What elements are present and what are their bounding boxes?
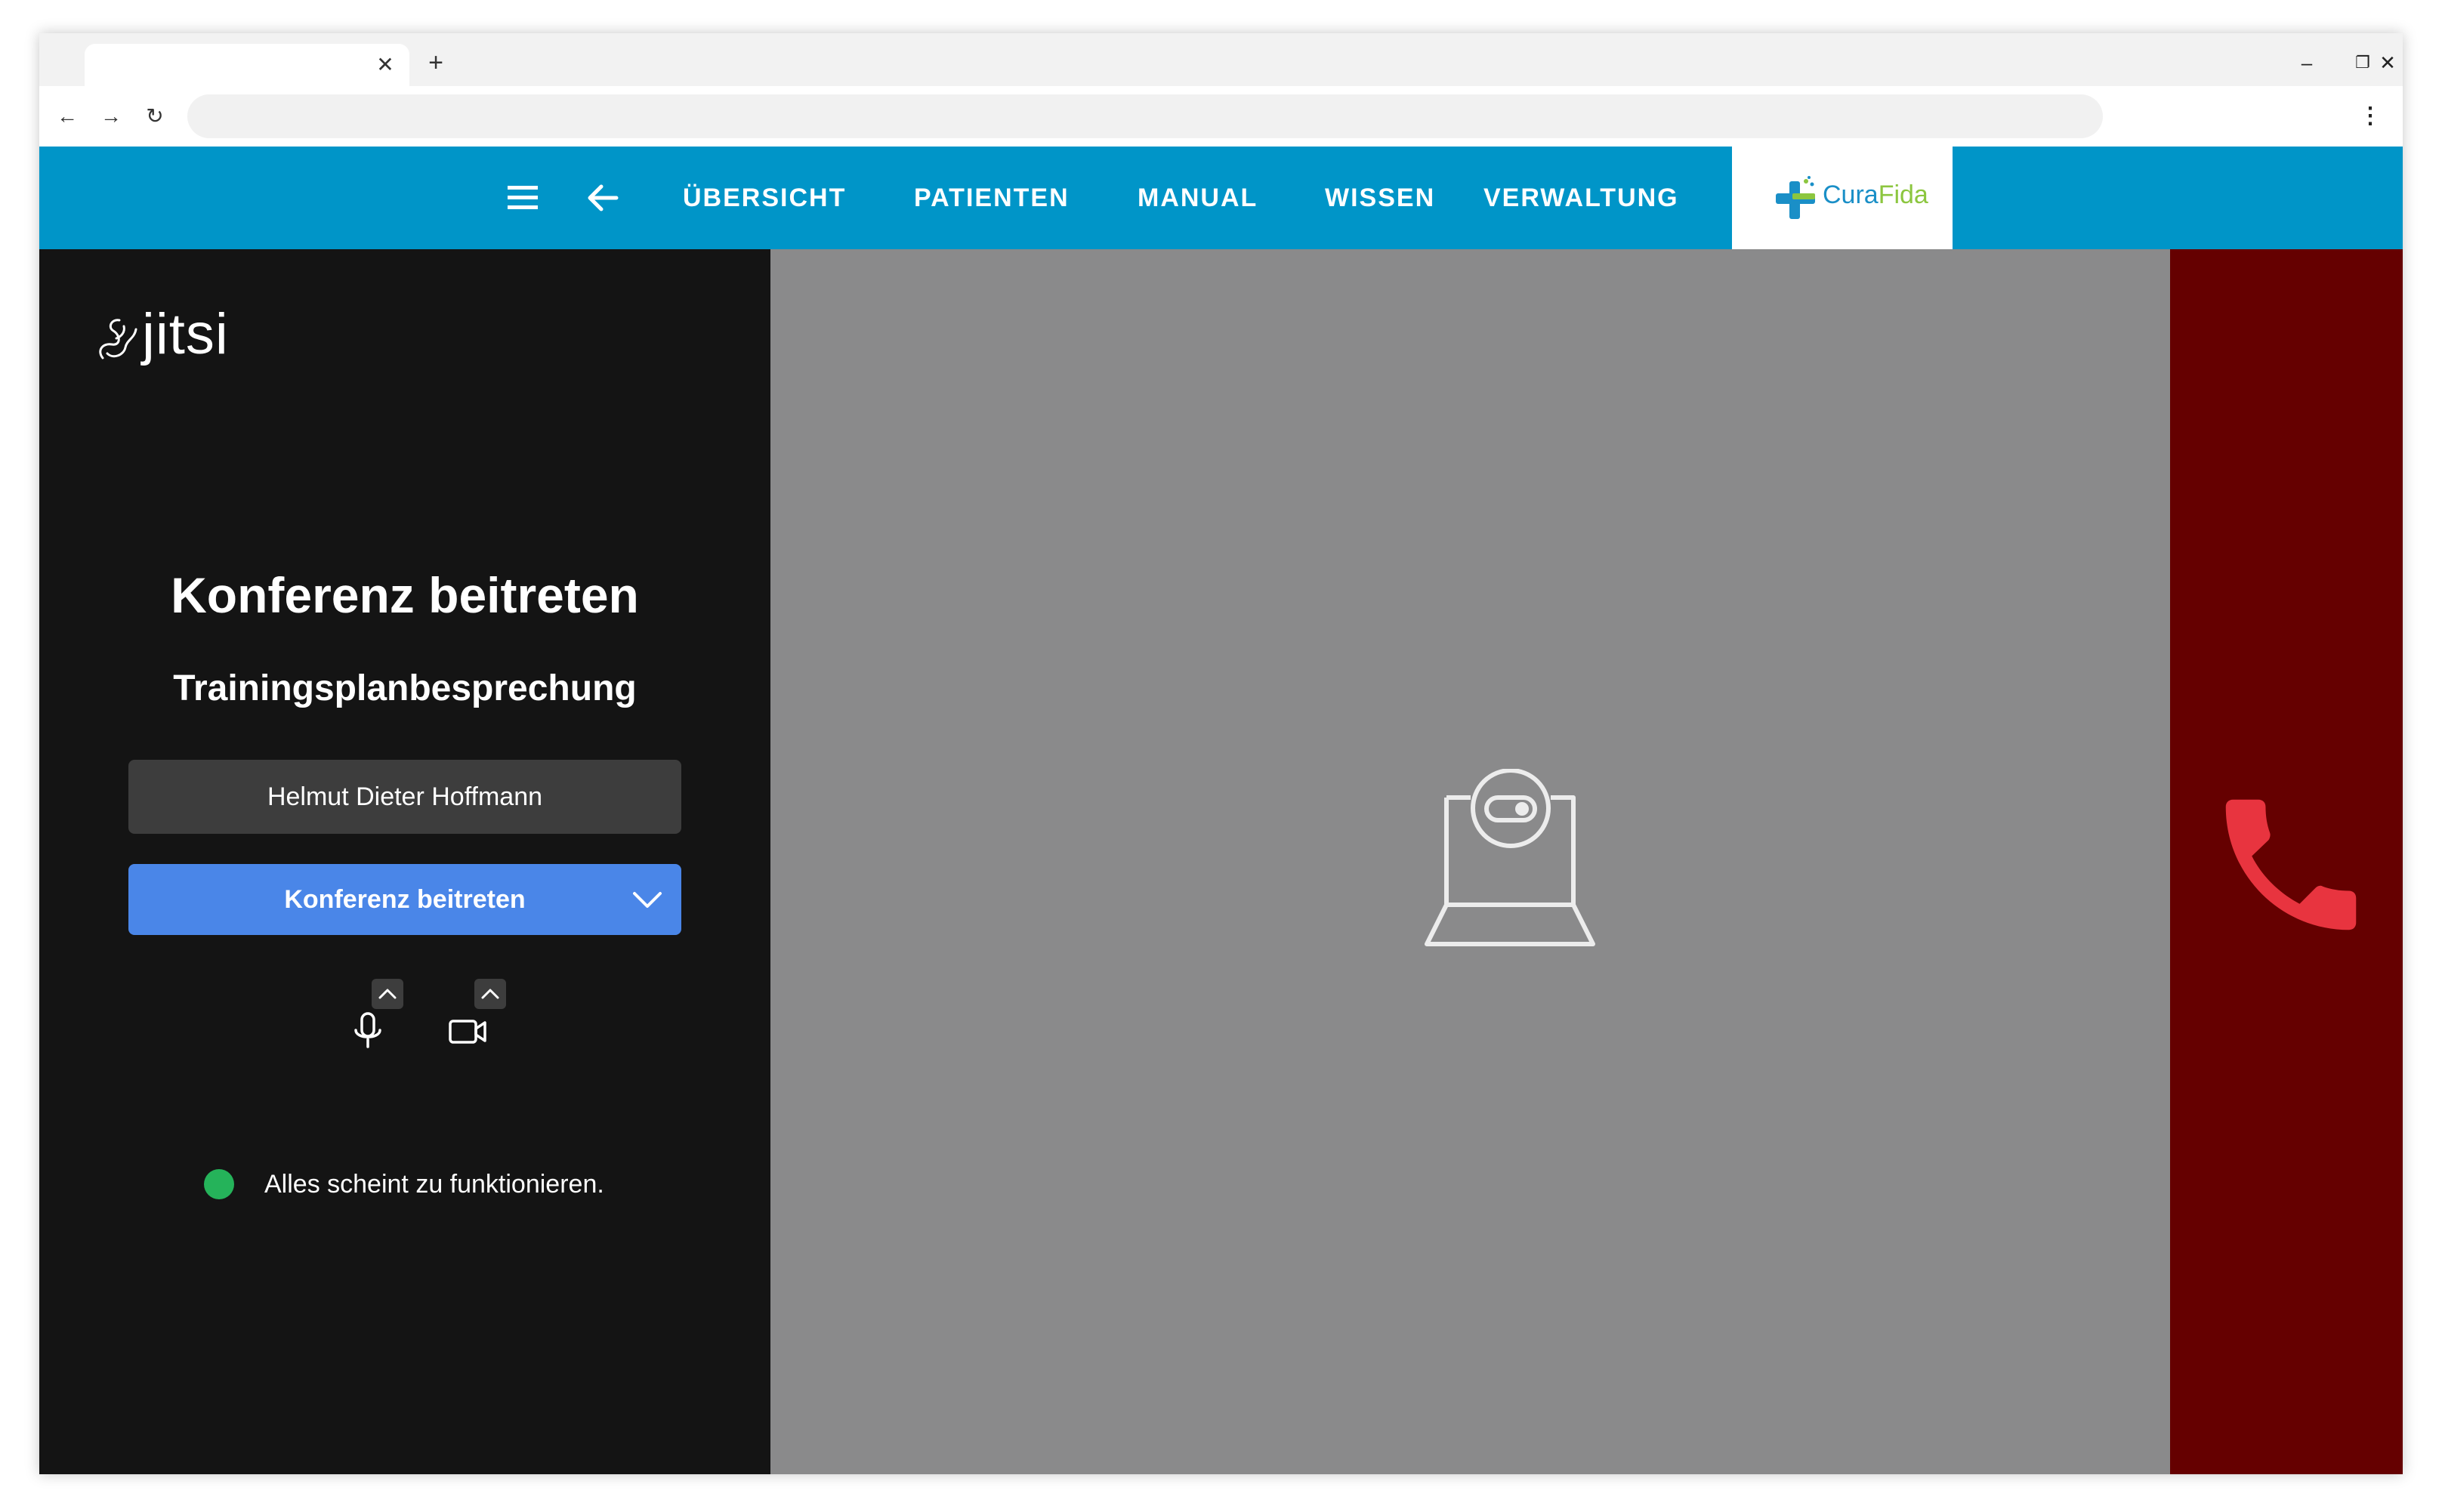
- back-button[interactable]: ←: [48, 97, 86, 135]
- prejoin-panel: jitsi Konferenz beitreten Trainingsplanb…: [39, 249, 770, 1474]
- nav-manual[interactable]: MANUAL: [1138, 147, 1258, 249]
- curafida-logo[interactable]: CuraFida: [1732, 147, 1953, 249]
- prejoin-title: Konferenz beitreten: [171, 567, 639, 623]
- browser-tab[interactable]: ✕: [85, 44, 409, 86]
- meeting-name: Trainingsplanbesprechung: [173, 668, 637, 708]
- logo-text-cura: Cura: [1823, 181, 1879, 209]
- curafida-cross-icon: [1776, 176, 1815, 219]
- microphone-button[interactable]: [341, 1004, 394, 1057]
- menu-icon[interactable]: [500, 175, 545, 221]
- browser-menu-button[interactable]: ⋮: [2351, 97, 2389, 135]
- tab-close-icon[interactable]: ✕: [369, 48, 402, 82]
- browser-window: ✕ + – ❐ ✕ ← → ↻ ⋮ ÜBERSICHT PATIENTEN MA…: [39, 33, 2403, 1474]
- camera-button[interactable]: [441, 1004, 494, 1057]
- chevron-down-icon[interactable]: [628, 881, 666, 918]
- status-indicator: [204, 1169, 234, 1199]
- nav-uebersicht[interactable]: ÜBERSICHT: [683, 147, 846, 249]
- join-conference-button[interactable]: Konferenz beitreten: [128, 864, 681, 935]
- display-name-input[interactable]: [128, 760, 681, 834]
- status-text: Alles scheint zu funktionieren.: [264, 1170, 604, 1199]
- forward-button[interactable]: →: [92, 97, 130, 135]
- video-preview: [770, 249, 2170, 1474]
- address-bar[interactable]: [187, 94, 2103, 138]
- chevron-up-icon: [481, 989, 499, 999]
- chevron-up-icon: [378, 989, 397, 999]
- nav-patienten[interactable]: PATIENTEN: [914, 147, 1070, 249]
- app-header: ÜBERSICHT PATIENTEN MANUAL WISSEN VERWAL…: [39, 147, 2403, 249]
- tab-bar: ✕ + – ❐ ✕: [39, 33, 2403, 86]
- mic-options-button[interactable]: [372, 979, 403, 1009]
- logo-text-fida: Fida: [1878, 181, 1928, 209]
- webcam-off-icon: [1425, 769, 1595, 946]
- arrow-left-icon[interactable]: [580, 175, 625, 221]
- join-button-label: Konferenz beitreten: [284, 885, 526, 914]
- camera-options-button[interactable]: [474, 979, 506, 1009]
- jitsi-logo: jitsi: [95, 301, 239, 369]
- new-tab-button[interactable]: +: [417, 44, 455, 82]
- phone-icon[interactable]: [2204, 778, 2378, 952]
- close-window-button[interactable]: ✕: [2373, 44, 2402, 82]
- minimize-button[interactable]: –: [2284, 44, 2329, 82]
- hangup-panel: [2170, 249, 2403, 1474]
- microphone-icon: [354, 1012, 381, 1048]
- jitsi-logo-icon: [99, 319, 137, 359]
- nav-verwaltung[interactable]: VERWALTUNG: [1483, 147, 1679, 249]
- jitsi-logo-text: jitsi: [142, 302, 229, 366]
- reload-button[interactable]: ↻: [136, 97, 174, 135]
- video-camera-icon: [449, 1020, 486, 1044]
- browser-toolbar: ← → ↻ ⋮: [39, 86, 2403, 147]
- nav-wissen[interactable]: WISSEN: [1325, 147, 1435, 249]
